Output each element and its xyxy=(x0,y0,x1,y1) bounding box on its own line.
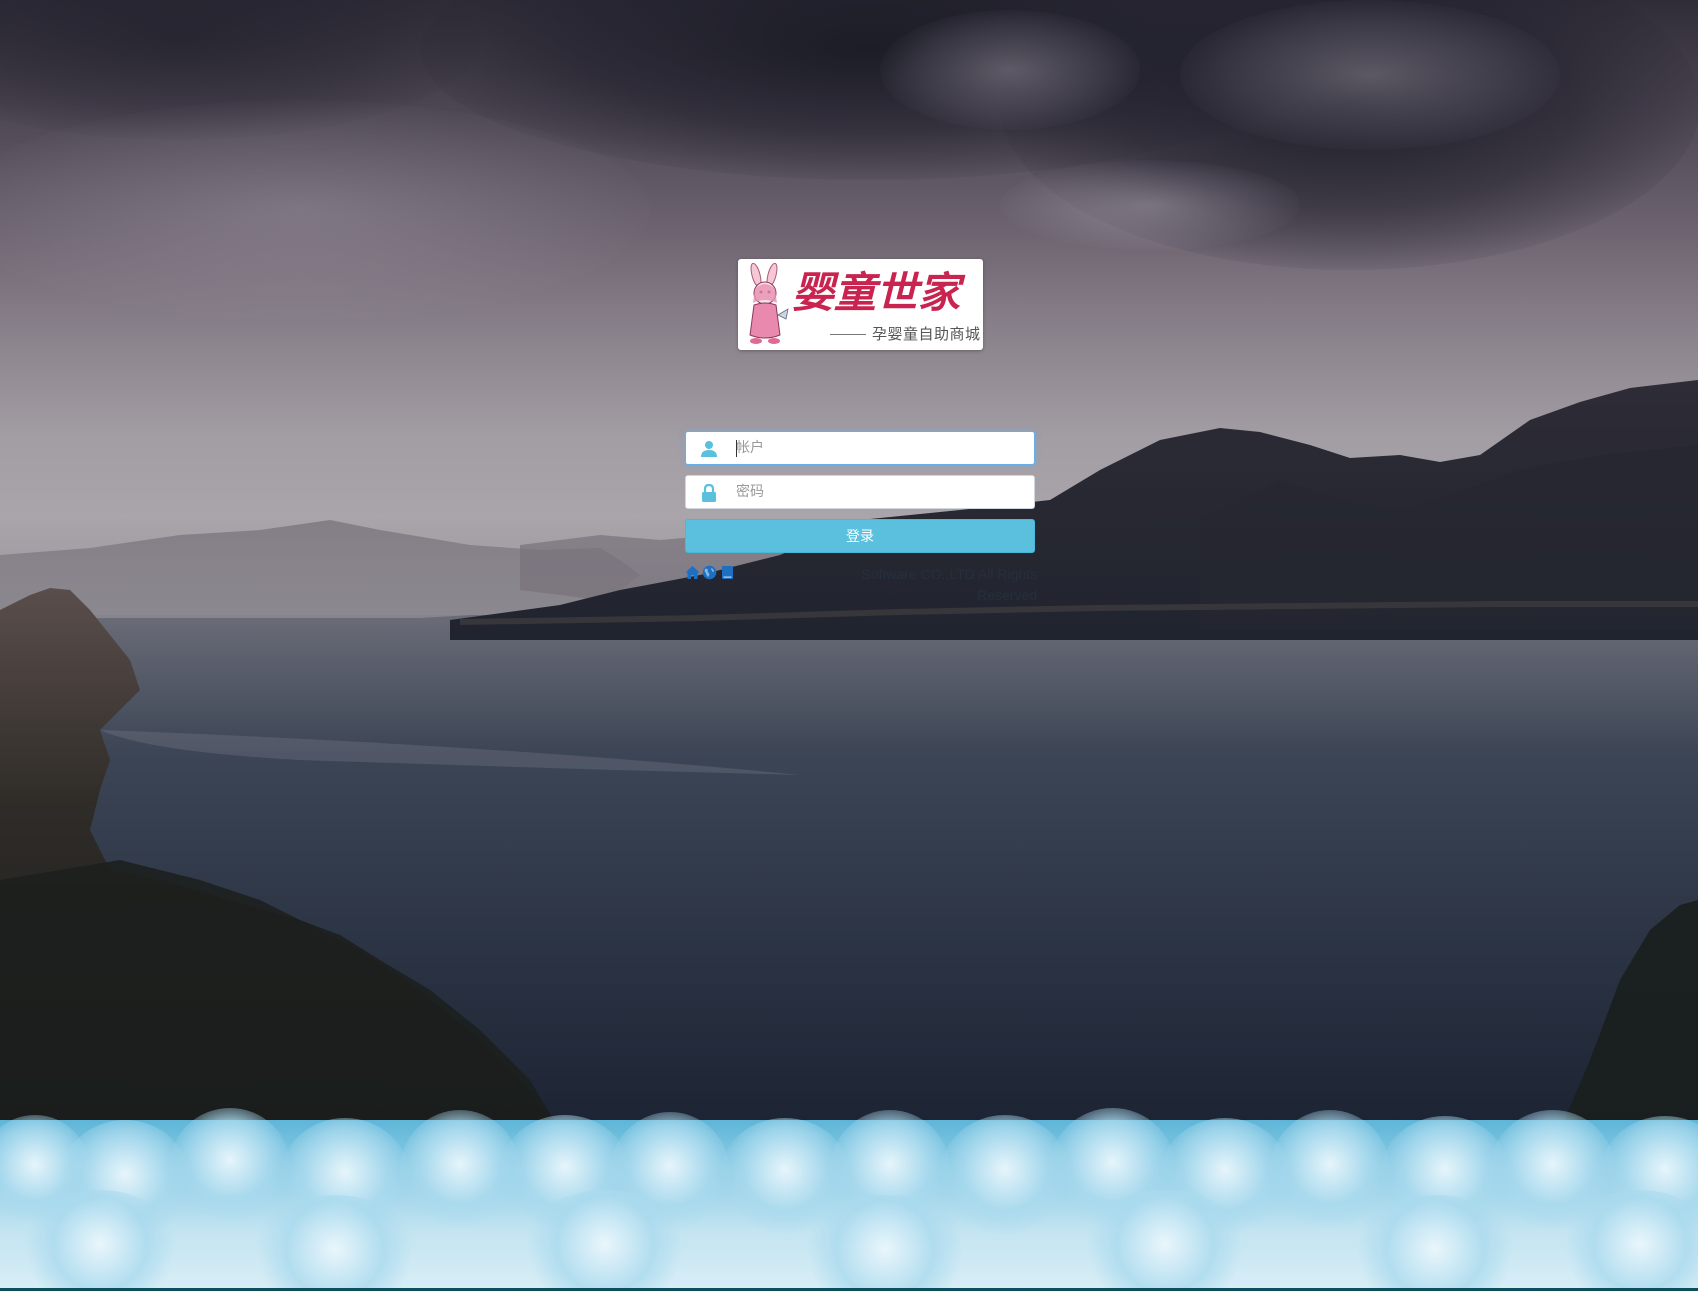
globe-icon[interactable] xyxy=(702,565,717,580)
text-caret xyxy=(736,440,737,457)
brand-title-text: 婴童世家 xyxy=(792,268,966,317)
cloud-bubble xyxy=(1270,1110,1390,1230)
subtitle-dash xyxy=(830,334,866,335)
brand-title: 婴童世家 xyxy=(792,268,966,317)
login-form: 登录 Software CO.,LTD All Rights Reserved xyxy=(685,431,1037,615)
password-input[interactable] xyxy=(736,476,1026,508)
username-input[interactable] xyxy=(736,432,1026,464)
brand-subtitle: 孕婴童自助商城 xyxy=(830,323,981,344)
cloud-bubble xyxy=(170,1108,290,1223)
home-icon[interactable] xyxy=(685,565,700,580)
brand-logo: 婴童世家 孕婴童自助商城 xyxy=(738,259,983,350)
copyright-text: Software CO.,LTD All Rights Reserved xyxy=(861,566,1037,603)
login-background: 婴童世家 孕婴童自助商城 登录 xyxy=(0,0,1698,1291)
password-field[interactable] xyxy=(685,475,1035,509)
book-icon[interactable] xyxy=(720,565,735,580)
footer-links: Software CO.,LTD All Rights Reserved xyxy=(685,565,1037,615)
rabbit-mascot-icon xyxy=(749,263,789,344)
landscape xyxy=(0,380,1698,1175)
lock-icon xyxy=(702,484,716,502)
user-icon xyxy=(701,441,717,457)
brand-subtitle-text: 孕婴童自助商城 xyxy=(872,325,981,343)
username-field[interactable] xyxy=(685,431,1035,465)
login-button[interactable]: 登录 xyxy=(685,519,1035,553)
